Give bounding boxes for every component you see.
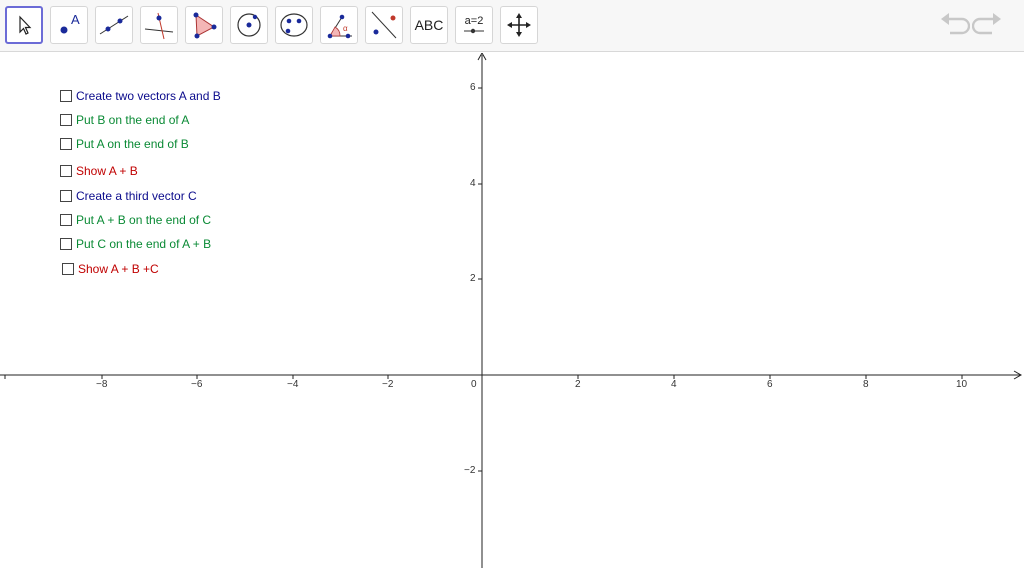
point-icon: A xyxy=(60,12,80,34)
x-tick-label: 8 xyxy=(863,379,869,390)
line-tool-button[interactable] xyxy=(95,6,133,44)
checkbox-show-a-plus-b[interactable]: Show A + B xyxy=(60,164,138,178)
reflect-about-line-icon xyxy=(371,11,397,39)
conic-tool-button[interactable] xyxy=(275,6,313,44)
circle-tool-button[interactable] xyxy=(230,6,268,44)
slider-tool-label: a=2 xyxy=(464,14,484,27)
checkbox-put-b-on-a[interactable]: Put B on the end of A xyxy=(60,113,189,127)
checkbox-label: Put A + B on the end of C xyxy=(76,213,212,227)
x-tick-label: 2 xyxy=(575,379,581,390)
angle-icon: α xyxy=(327,14,352,39)
checkbox-label: Show A + B xyxy=(76,164,138,178)
move-arrows-icon xyxy=(507,13,531,37)
svg-text:A: A xyxy=(71,12,80,27)
y-tick-label: −2 xyxy=(464,465,476,476)
checkbox-box[interactable] xyxy=(60,114,72,126)
checkbox-put-a-on-b[interactable]: Put A on the end of B xyxy=(60,137,189,151)
move-tool-button[interactable] xyxy=(5,6,43,44)
checkbox-put-a-plus-b-on-c[interactable]: Put A + B on the end of C xyxy=(60,213,211,227)
checkbox-box[interactable] xyxy=(62,263,74,275)
x-tick-label: −2 xyxy=(382,379,394,390)
move-graphics-view-tool-button[interactable] xyxy=(500,6,538,44)
checkbox-show-a-plus-b-plus-c[interactable]: Show A + B +C xyxy=(62,262,159,276)
ellipse-icon xyxy=(280,13,308,37)
x-tick-label: −8 xyxy=(96,379,108,390)
checkbox-label: Create a third vector C xyxy=(76,189,197,203)
text-tool-button[interactable]: ABC xyxy=(410,6,448,44)
y-tick-marks xyxy=(478,87,482,472)
x-tick-label: 0 xyxy=(471,379,477,390)
undo-icon[interactable] xyxy=(938,12,970,40)
perpendicular-line-icon xyxy=(144,12,174,40)
x-tick-marks xyxy=(4,375,963,379)
checkbox-label: Show A + B +C xyxy=(78,262,159,276)
checkbox-box[interactable] xyxy=(60,138,72,150)
svg-text:α: α xyxy=(343,24,348,33)
checkbox-label: Create two vectors A and B xyxy=(76,89,221,103)
x-tick-label: 10 xyxy=(956,379,968,390)
y-tick-label: 2 xyxy=(470,273,476,284)
slider-icon xyxy=(464,28,484,33)
polygon-icon xyxy=(193,12,217,39)
y-tick-label: 6 xyxy=(470,82,476,93)
reflect-tool-button[interactable] xyxy=(365,6,403,44)
checkbox-label: Put C on the end of A + B xyxy=(76,237,212,251)
checkbox-label: Put B on the end of A xyxy=(76,113,190,127)
coordinate-axes xyxy=(0,53,1023,568)
x-tick-label: 4 xyxy=(671,379,677,390)
checkbox-box[interactable] xyxy=(60,238,72,250)
checkbox-create-vector-c[interactable]: Create a third vector C xyxy=(60,189,197,203)
y-tick-label: 4 xyxy=(470,178,476,189)
polygon-tool-button[interactable] xyxy=(185,6,223,44)
x-tick-label: −4 xyxy=(287,379,299,390)
cursor-arrow-icon xyxy=(19,15,32,35)
x-tick-label: −6 xyxy=(191,379,203,390)
perpendicular-line-tool-button[interactable] xyxy=(140,6,178,44)
checkbox-label: Put A on the end of B xyxy=(76,137,189,151)
checkbox-box[interactable] xyxy=(60,90,72,102)
line-icon xyxy=(99,15,129,35)
checkbox-box[interactable] xyxy=(60,214,72,226)
checkbox-put-c-on-a-plus-b[interactable]: Put C on the end of A + B xyxy=(60,237,211,251)
checkbox-box[interactable] xyxy=(60,190,72,202)
angle-tool-button[interactable]: α xyxy=(320,6,358,44)
x-tick-label: 6 xyxy=(767,379,773,390)
point-tool-button[interactable]: A xyxy=(50,6,88,44)
redo-icon[interactable] xyxy=(972,12,1004,40)
toolbar: A α ABC a=2 xyxy=(0,0,1024,52)
text-tool-label: ABC xyxy=(414,17,444,33)
circle-with-center-icon xyxy=(237,13,261,37)
slider-tool-button[interactable]: a=2 xyxy=(455,6,493,44)
checkbox-create-vectors-a-b[interactable]: Create two vectors A and B xyxy=(60,89,221,103)
checkbox-box[interactable] xyxy=(60,165,72,177)
graphics-view[interactable]: −8 −6 −4 −2 0 2 4 6 8 10 6 4 2 −2 Create… xyxy=(0,53,1024,568)
